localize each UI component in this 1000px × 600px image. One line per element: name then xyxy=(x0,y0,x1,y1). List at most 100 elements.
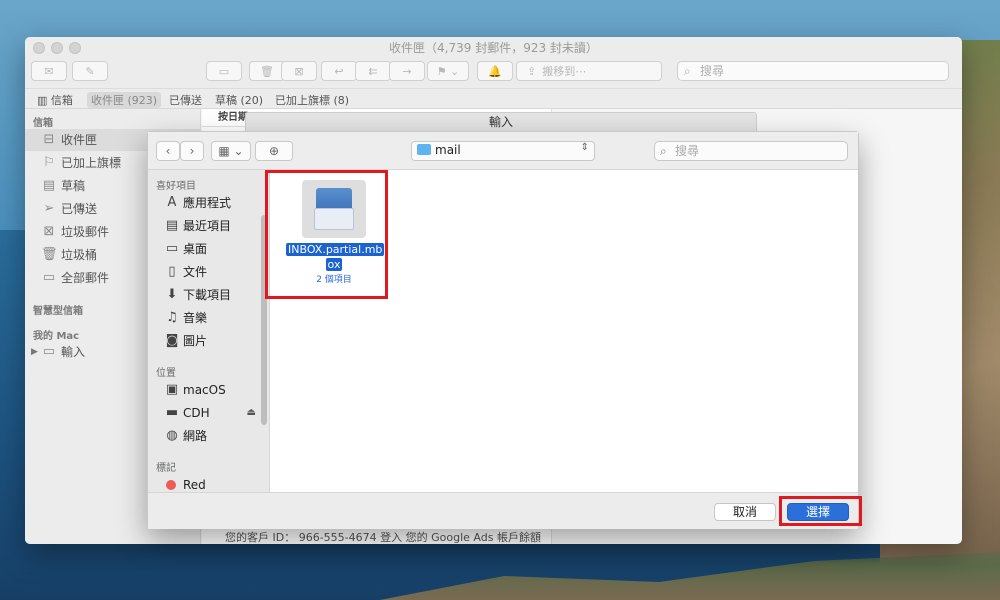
mail-search-field[interactable]: ⌕ 搜尋 xyxy=(677,61,949,81)
mail-titlebar: 收件匣（4,739 封郵件，923 封未讀） xyxy=(25,37,962,59)
dialog-toolbar: ‹ › ▦ ⌄ ⊕ mail ⇕ ⌕ 搜尋 xyxy=(148,132,858,170)
applications-icon: A xyxy=(167,195,177,210)
flag-icon: ⚑ ⌄ xyxy=(436,64,460,78)
recents-icon: ▤ xyxy=(165,218,179,233)
sidebar-item-label: CDH xyxy=(183,406,210,420)
sidebar-item-label: 圖片 xyxy=(183,334,208,348)
sidebar-item-tag-red[interactable]: Red xyxy=(148,474,268,492)
document-icon: ▤ xyxy=(42,178,56,193)
reply-button[interactable]: ↩ xyxy=(321,61,357,81)
sidebar-item-applications[interactable]: A 應用程式 xyxy=(148,192,268,214)
move-to-button[interactable]: ⇪ 搬移到⋯ xyxy=(516,61,662,81)
forward-button[interactable]: › xyxy=(180,141,204,161)
sidebar-item-downloads[interactable]: ⬇ 下載項目 xyxy=(148,284,268,306)
window-title: 收件匣（4,739 封郵件，923 封未讀） xyxy=(389,41,598,55)
delete-button[interactable]: 🗑 xyxy=(249,61,285,81)
sidebar-item-documents[interactable]: ▯ 文件 xyxy=(148,261,268,283)
sidebar-item-label: 最近項目 xyxy=(183,219,232,233)
sidebar-item-desktop[interactable]: ▭ 桌面 xyxy=(148,238,268,260)
reply-all-icon: ⇇ xyxy=(368,64,378,78)
notify-button[interactable]: 🔔 xyxy=(477,61,513,81)
desktop-icon: ▭ xyxy=(165,241,179,256)
network-icon: ◍ xyxy=(166,428,178,443)
sidebar-item-label: 輸入 xyxy=(61,345,86,359)
reply-icon: ↩ xyxy=(334,64,344,78)
folder-icon xyxy=(417,144,431,155)
path-label: mail xyxy=(435,143,461,157)
sidebar-item-label: 網路 xyxy=(183,429,208,443)
updown-chevron-icon: ⇕ xyxy=(580,142,589,153)
dialog-search-placeholder: 搜尋 xyxy=(675,144,700,158)
view-mode-button[interactable]: ▦ ⌄ xyxy=(211,141,251,161)
grid-view-icon: ▦ ⌄ xyxy=(218,144,244,158)
compose-button[interactable]: ✎ xyxy=(72,61,108,81)
search-icon: ⌕ xyxy=(684,64,691,78)
bell-icon: 🔔 xyxy=(488,64,502,78)
mailboxes-toggle-label: 信箱 xyxy=(50,94,73,107)
sidebar-item-macos[interactable]: ▣ macOS xyxy=(148,379,268,401)
search-icon: ⌕ xyxy=(660,144,667,158)
sidebar-item-label: macOS xyxy=(183,383,226,397)
chevron-left-icon: ‹ xyxy=(165,144,171,158)
junk-button[interactable]: ⊠ xyxy=(281,61,317,81)
sidebar-item-label: 全部郵件 xyxy=(61,271,110,285)
file-highlight-box xyxy=(265,170,388,299)
compose-icon: ✎ xyxy=(85,64,95,78)
sidebar-item-label: 文件 xyxy=(183,265,208,279)
disclosure-triangle-icon[interactable]: ▶ xyxy=(31,341,38,363)
path-popup[interactable]: mail ⇕ xyxy=(411,141,595,161)
forward-button[interactable]: → xyxy=(389,61,425,81)
sidebar-item-label: 已加上旗標 xyxy=(61,156,122,170)
mail-toolbar: ✉ ✎ ▭ 🗑 ⊠ ↩ ⇇ → ⚑ ⌄ 🔔 ⇪ 搬移到⋯ ⌕ 搜尋 xyxy=(25,59,962,89)
open-file-dialog: ‹ › ▦ ⌄ ⊕ mail ⇕ ⌕ 搜尋 喜好項目 A 應用程式 ▤ 最近項目… xyxy=(147,131,859,529)
new-folder-button[interactable]: ⊕ xyxy=(255,141,293,161)
archive-button[interactable]: ▭ xyxy=(206,61,242,81)
favorite-flagged[interactable]: 已加上旗標 (8) xyxy=(275,92,349,108)
sidebar-item-music[interactable]: ♫ 音樂 xyxy=(148,307,268,329)
sidebar-icon: ▥ xyxy=(37,94,48,107)
favorite-sent[interactable]: 已傳送 xyxy=(169,92,202,108)
flag-button[interactable]: ⚑ ⌄ xyxy=(427,61,469,81)
sidebar-item-label: 已傳送 xyxy=(61,202,98,216)
favorites-heading: 喜好項目 xyxy=(156,181,196,192)
music-icon: ♫ xyxy=(166,310,178,325)
inbox-icon: ⊟ xyxy=(43,132,55,147)
dialog-sidebar: 喜好項目 A 應用程式 ▤ 最近項目 ▭ 桌面 ▯ 文件 ⬇ 下載項目 ♫ 音樂… xyxy=(148,170,270,492)
sidebar-item-label: 音樂 xyxy=(183,311,208,325)
favorite-drafts[interactable]: 草稿 (20) xyxy=(215,92,263,108)
junk-icon: ⊠ xyxy=(294,64,304,78)
locations-heading: 位置 xyxy=(156,368,176,379)
minimize-window-button[interactable] xyxy=(51,42,63,54)
external-disk-icon: ▬ xyxy=(165,405,179,420)
dialog-footer: 取消 選擇 xyxy=(148,492,858,529)
eject-icon[interactable]: ⏏ xyxy=(247,402,256,424)
reply-all-button[interactable]: ⇇ xyxy=(355,61,391,81)
favorite-inbox[interactable]: 收件匣 (923) xyxy=(87,92,162,108)
paper-plane-icon: ➢ xyxy=(43,201,55,216)
choose-highlight-box xyxy=(779,496,862,526)
mail-search-placeholder: 搜尋 xyxy=(700,64,725,78)
trash-icon: 🗑 xyxy=(41,247,58,262)
junk-icon: ⊠ xyxy=(43,224,55,239)
zoom-window-button[interactable] xyxy=(69,42,81,54)
sidebar-item-label: 收件匣 xyxy=(61,133,98,147)
mailboxes-toggle[interactable]: ▥ 信箱 xyxy=(37,92,73,108)
sidebar-section-smart: 智慧型信箱 xyxy=(33,306,83,317)
archive-icon: ▭ xyxy=(42,270,56,285)
sidebar-item-cdh[interactable]: ▬ CDH ⏏ xyxy=(148,402,268,424)
dialog-search-field[interactable]: ⌕ 搜尋 xyxy=(654,141,848,161)
sidebar-item-label: 垃圾桶 xyxy=(61,248,98,262)
get-mail-button[interactable]: ✉ xyxy=(31,61,67,81)
sidebar-item-pictures[interactable]: ◙ 圖片 xyxy=(148,330,268,352)
chevron-right-icon: › xyxy=(189,144,195,158)
sidebar-item-label: 下載項目 xyxy=(183,288,232,302)
close-window-button[interactable] xyxy=(33,42,45,54)
move-icon: ⇪ xyxy=(527,64,537,78)
sidebar-item-recents[interactable]: ▤ 最近項目 xyxy=(148,215,268,237)
flag-icon: ⚐ xyxy=(43,155,55,170)
sidebar-item-label: 垃圾郵件 xyxy=(61,225,110,239)
back-button[interactable]: ‹ xyxy=(156,141,180,161)
archive-icon: ▭ xyxy=(218,64,230,78)
sidebar-item-network[interactable]: ◍ 網路 xyxy=(148,425,268,447)
cancel-button[interactable]: 取消 xyxy=(714,503,776,521)
